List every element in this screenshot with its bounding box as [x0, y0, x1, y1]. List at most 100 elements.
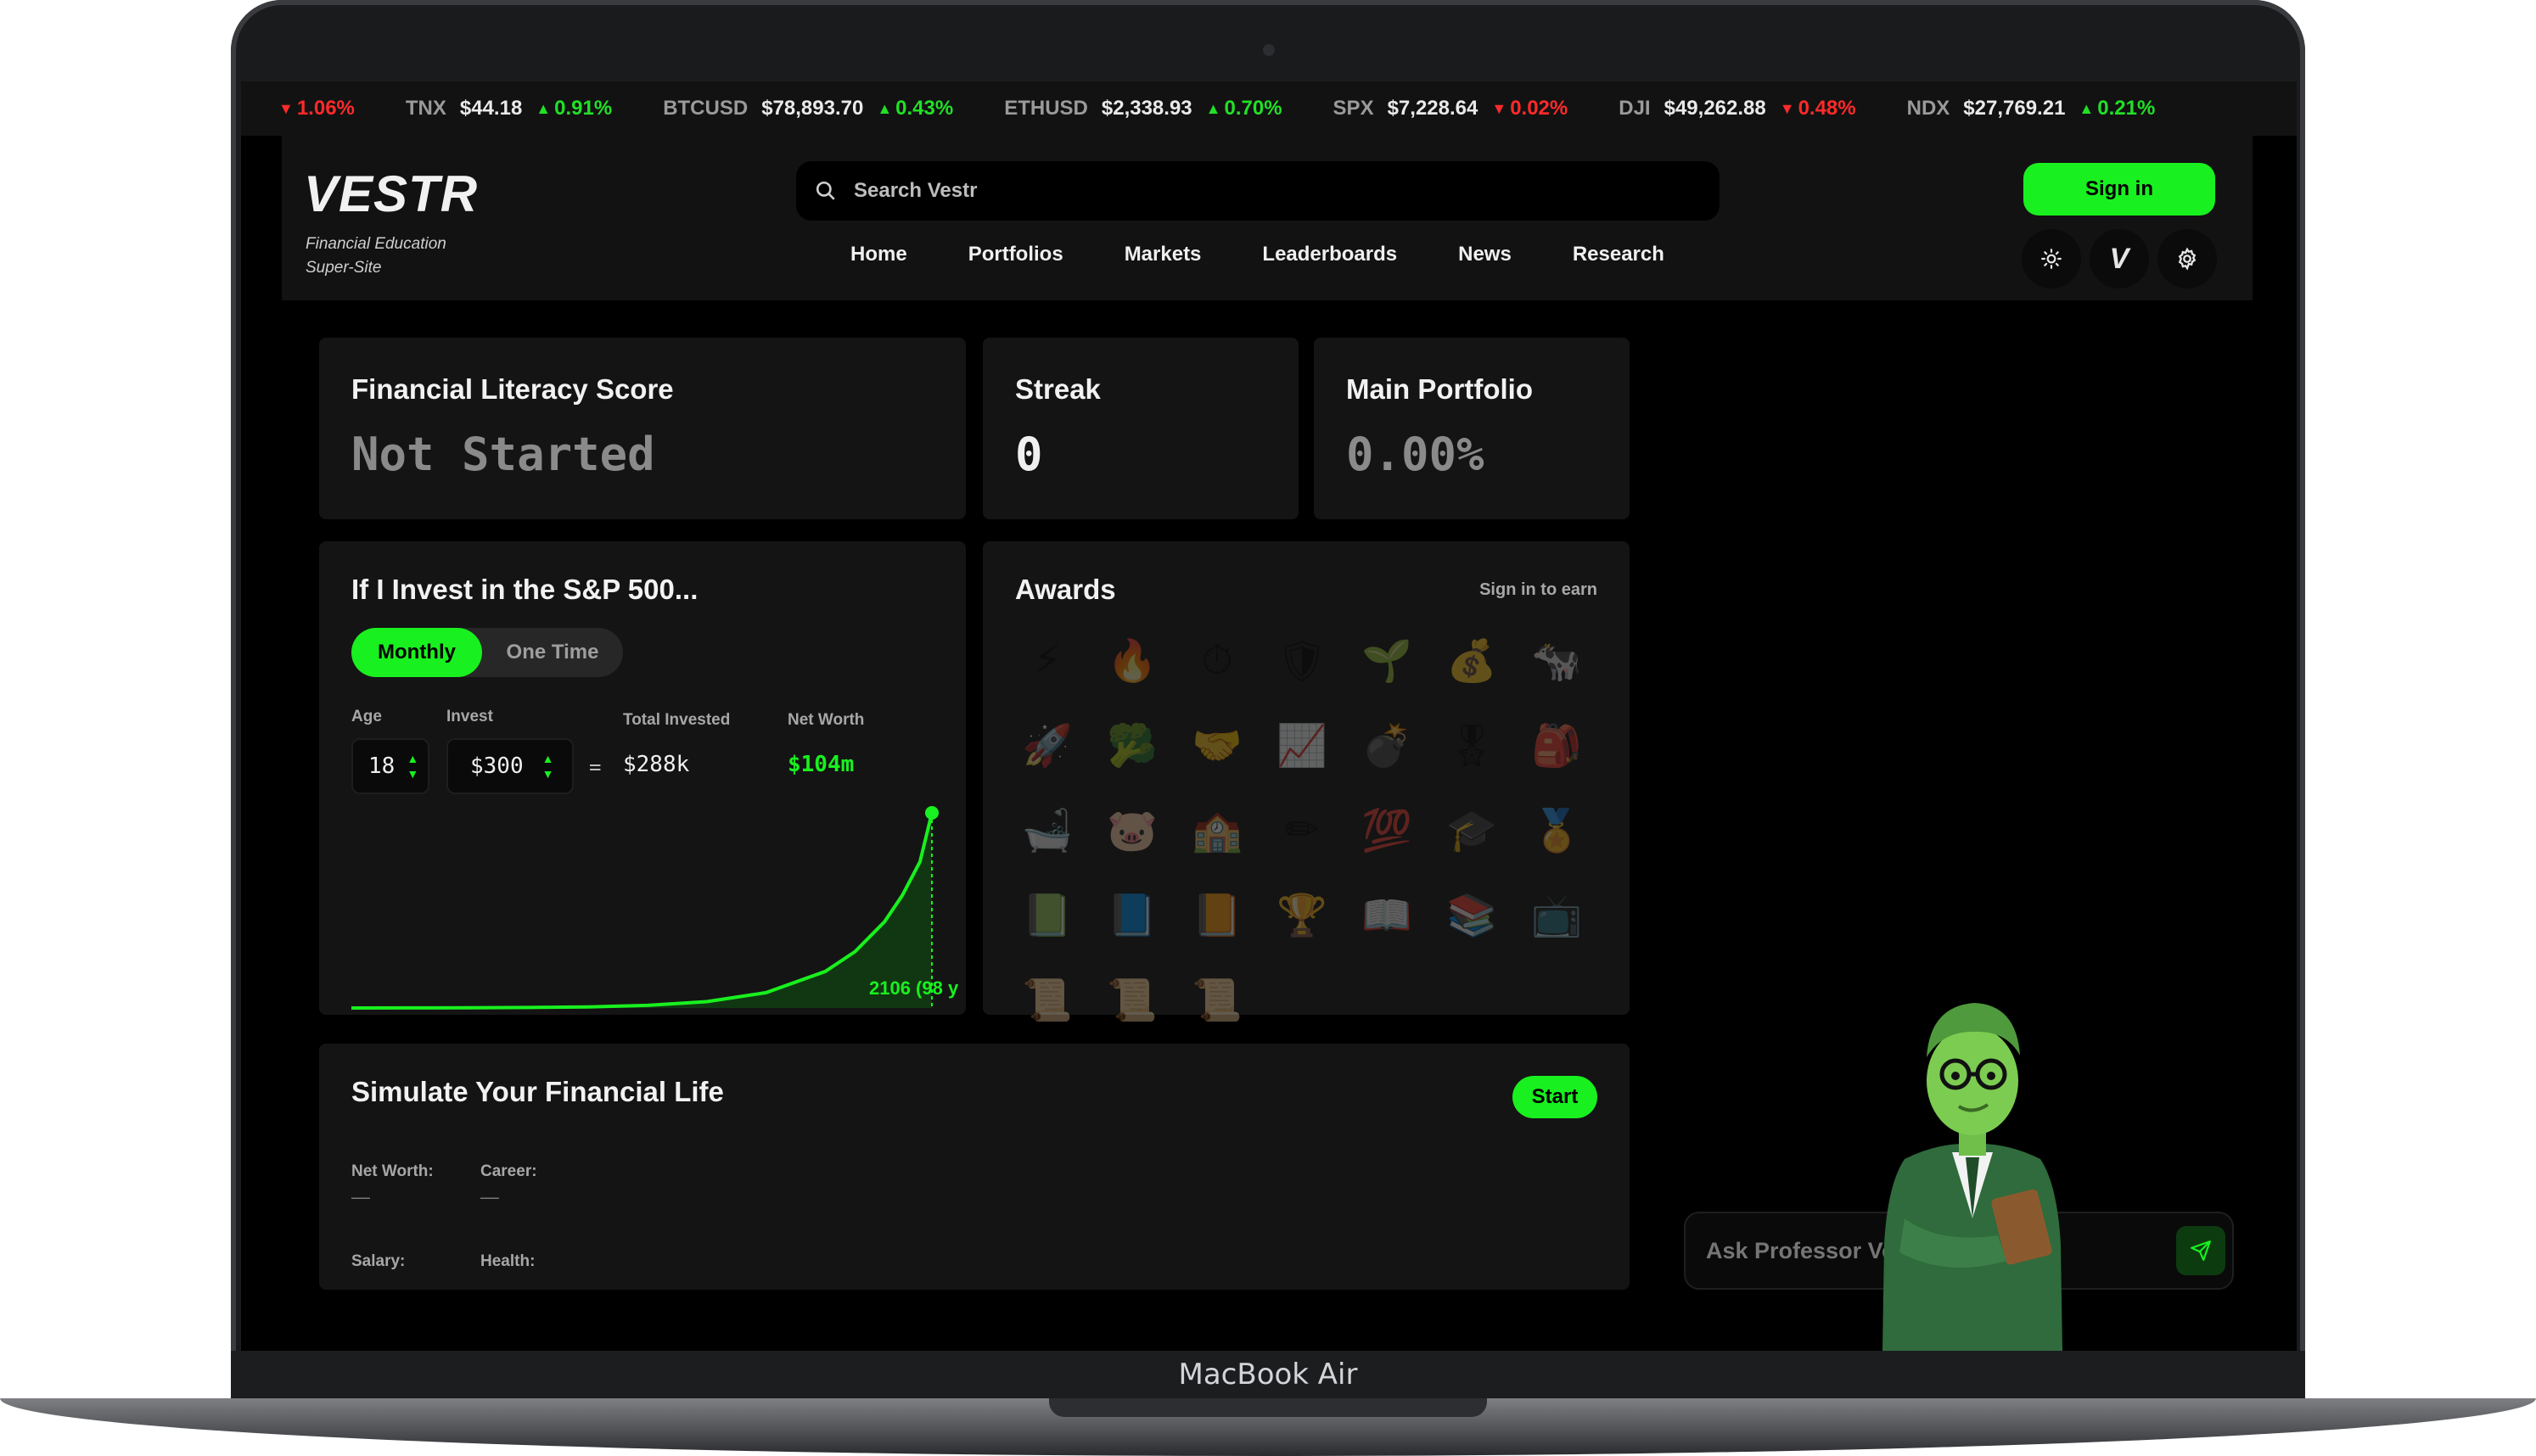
invest-arrows[interactable]: ▲ ▼: [542, 751, 554, 781]
arrow-up-icon: ▲: [2079, 99, 2095, 117]
award-badge[interactable]: 🎒: [1531, 720, 1582, 770]
literacy-title: Financial Literacy Score: [351, 373, 674, 405]
award-badge[interactable]: ⏱: [1192, 635, 1243, 686]
arrow-down-icon: ▼: [1491, 99, 1507, 117]
total-invested-value: $288k: [623, 752, 690, 777]
logo[interactable]: VESTR: [304, 165, 478, 223]
laptop-notch: [1049, 1398, 1487, 1417]
nav-home[interactable]: Home: [850, 243, 907, 266]
streak-value: 0: [1015, 428, 1043, 481]
age-stepper[interactable]: 18 ▲ ▼: [351, 738, 429, 794]
award-badge[interactable]: 🏅: [1531, 804, 1582, 855]
ticker-item[interactable]: DJI $49,262.88 ▼ 0.48%: [1619, 97, 1855, 120]
ticker-item[interactable]: ETHUSD $2,338.93 ▲ 0.70%: [1004, 97, 1282, 120]
award-badge[interactable]: 📜: [1107, 974, 1158, 1025]
ticker-change: 0.02%: [1510, 97, 1568, 120]
award-badge[interactable]: 💯: [1361, 804, 1412, 855]
nav-news[interactable]: News: [1458, 243, 1512, 266]
chart-area: [351, 813, 932, 1008]
award-badge[interactable]: 💣: [1361, 720, 1412, 770]
awards-title: Awards: [1015, 574, 1116, 605]
award-badge[interactable]: 🎓: [1446, 804, 1497, 855]
chevron-down-icon[interactable]: ▼: [407, 766, 418, 781]
search-bar[interactable]: [796, 161, 1720, 221]
ticker-price: $7,228.64: [1387, 97, 1478, 120]
invest-card: If I Invest in the S&P 500... Monthly On…: [319, 541, 966, 1015]
frequency-toggle: Monthly One Time: [351, 628, 623, 677]
tagline: Financial Education Super-Site: [306, 232, 526, 280]
portfolio-card: Main Portfolio 0.00%: [1314, 338, 1630, 519]
device-label: MacBook Air: [1178, 1358, 1358, 1392]
chevron-down-icon[interactable]: ▼: [542, 766, 554, 781]
career-field-value: —: [480, 1186, 499, 1207]
ticker-price: $44.18: [459, 97, 523, 120]
start-button[interactable]: Start: [1512, 1076, 1597, 1118]
sign-in-to-earn-link[interactable]: Sign in to earn: [1479, 580, 1597, 600]
award-badge[interactable]: 📖: [1361, 889, 1412, 940]
ticker-item[interactable]: BTCUSD $78,893.70 ▲ 0.43%: [663, 97, 953, 120]
award-badge[interactable]: 🚀: [1022, 720, 1073, 770]
search-icon: [815, 180, 837, 202]
award-badge[interactable]: 📜: [1192, 974, 1243, 1025]
award-badge[interactable]: 🐄: [1531, 635, 1582, 686]
award-badge[interactable]: 🥦: [1107, 720, 1158, 770]
award-badge[interactable]: 📜: [1022, 974, 1073, 1025]
award-badge[interactable]: 📚: [1446, 889, 1497, 940]
theme-toggle-button[interactable]: [2022, 229, 2081, 288]
tagline-line2: Super-Site: [306, 259, 382, 277]
award-badge[interactable]: 🛁: [1022, 804, 1073, 855]
arrow-up-icon: ▲: [1205, 99, 1221, 117]
ticker-symbol: ETHUSD: [1004, 97, 1088, 120]
toggle-monthly[interactable]: Monthly: [351, 628, 482, 677]
award-badge[interactable]: 🏆: [1276, 889, 1327, 940]
site-header: VESTR Financial Education Super-Site Hom…: [282, 134, 2253, 300]
award-badge[interactable]: 📗: [1022, 889, 1073, 940]
award-badge[interactable]: 📘: [1107, 889, 1158, 940]
award-badge[interactable]: ⚡: [1022, 635, 1073, 686]
sun-icon: [2040, 248, 2062, 270]
ticker-symbol: BTCUSD: [663, 97, 749, 120]
chevron-up-icon[interactable]: ▲: [407, 751, 418, 766]
send-button[interactable]: [2176, 1226, 2225, 1275]
ticker-price: $2,338.93: [1101, 97, 1192, 120]
age-arrows[interactable]: ▲ ▼: [407, 751, 418, 781]
toggle-one-time[interactable]: One Time: [482, 628, 623, 677]
award-badge[interactable]: 🔥: [1107, 635, 1158, 686]
award-badge[interactable]: 📺: [1531, 889, 1582, 940]
streak-card: Streak 0: [983, 338, 1299, 519]
ticker-item[interactable]: TNX $44.18 ▲ 0.91%: [406, 97, 612, 120]
settings-button[interactable]: [2157, 229, 2217, 288]
search-input[interactable]: [852, 178, 1670, 204]
nav-leaderboards[interactable]: Leaderboards: [1262, 243, 1397, 266]
award-badge[interactable]: 🐷: [1107, 804, 1158, 855]
ticker-item[interactable]: NDX $27,769.21 ▲ 0.21%: [1907, 97, 2156, 120]
ticker-item[interactable]: SPX $7,228.64 ▼ 0.02%: [1333, 97, 1568, 120]
invest-stepper[interactable]: $300 ▲ ▼: [446, 738, 574, 794]
net-worth-field-label: Net Worth:: [351, 1162, 434, 1180]
ticker-symbol: DJI: [1619, 97, 1651, 120]
vestr-button[interactable]: V: [2090, 229, 2149, 288]
nav-portfolios[interactable]: Portfolios: [968, 243, 1063, 266]
sign-in-button[interactable]: Sign in: [2023, 163, 2215, 216]
awards-card: Awards Sign in to earn ⚡ 🔥 ⏱ 🛡 🌱 💰 🐄 🚀 🥦 🤝 📈 💣 🎖 🎒 🛁 🐷 🏫…: [983, 541, 1630, 1024]
camera-icon: [1263, 44, 1275, 56]
chevron-up-icon[interactable]: ▲: [542, 751, 554, 766]
award-badge[interactable]: 🛡: [1276, 635, 1328, 686]
arrow-down-icon: ▼: [278, 99, 294, 117]
ticker-item[interactable]: ▼ 1.06%: [278, 97, 355, 120]
award-badge[interactable]: 💰: [1446, 635, 1497, 686]
award-badge[interactable]: 🌱: [1361, 635, 1412, 686]
award-badge[interactable]: 🏫: [1192, 804, 1243, 855]
ticker-change: 0.48%: [1798, 97, 1856, 120]
award-badge[interactable]: 📙: [1192, 889, 1243, 940]
ticker-change: 0.91%: [554, 97, 613, 120]
award-badge[interactable]: 📈: [1276, 720, 1327, 770]
age-value: 18: [368, 753, 396, 779]
award-badge[interactable]: 🤝: [1192, 720, 1243, 770]
award-badge[interactable]: ✏: [1276, 804, 1327, 855]
nav-markets[interactable]: Markets: [1125, 243, 1202, 266]
nav-research[interactable]: Research: [1573, 243, 1664, 266]
chart-end-point[interactable]: [925, 806, 939, 820]
ticker-change: 0.21%: [2097, 97, 2156, 120]
award-badge[interactable]: 🎖: [1446, 720, 1498, 770]
